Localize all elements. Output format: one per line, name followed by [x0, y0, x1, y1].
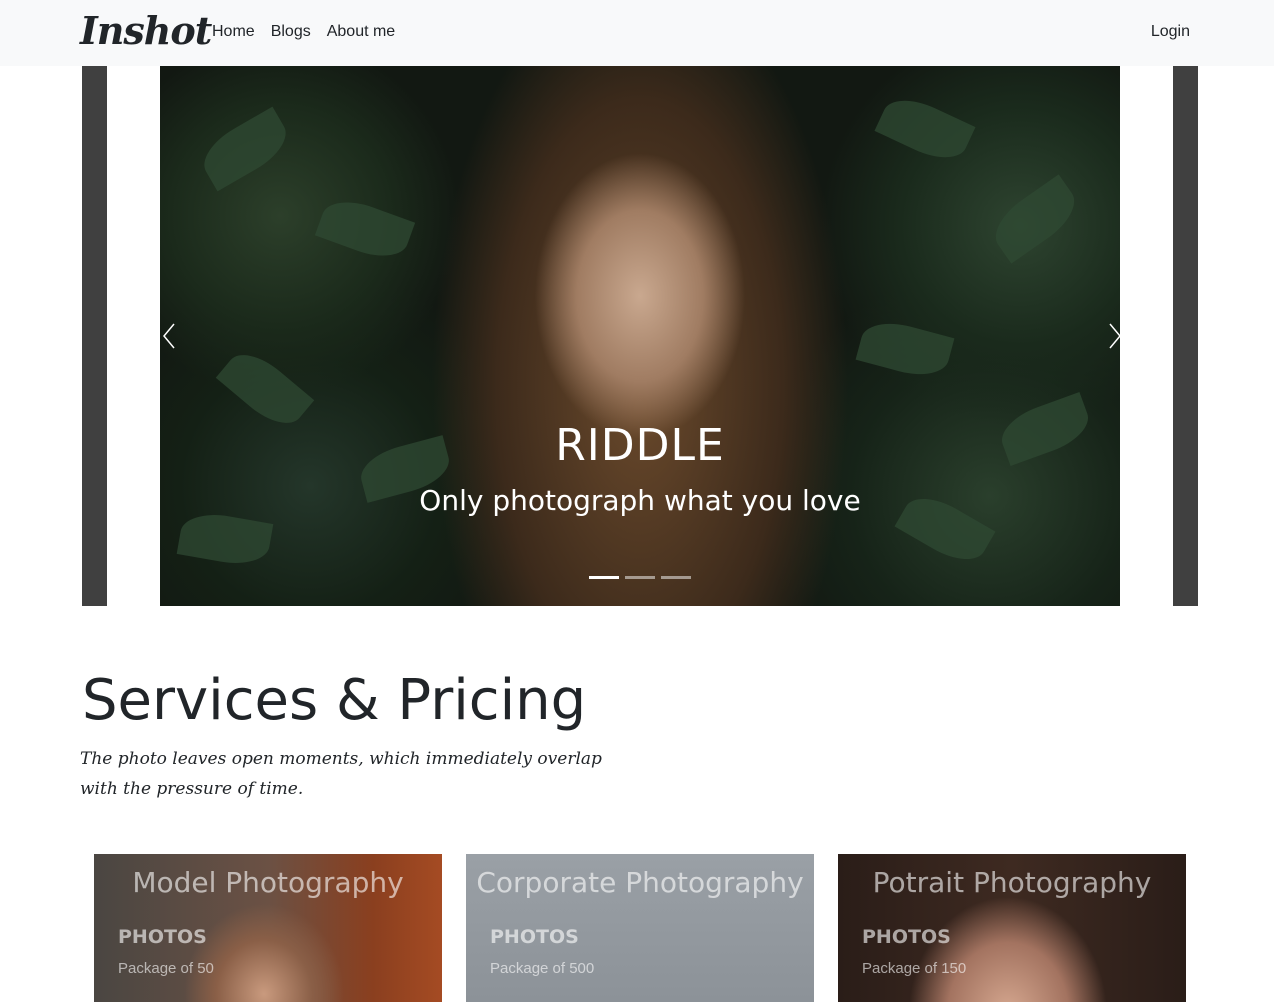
- leaf-shape: [855, 315, 955, 383]
- leaf-shape: [194, 106, 296, 192]
- service-card-portrait[interactable]: Potrait Photography PHOTOS Package of 15…: [838, 854, 1186, 1002]
- brand-logo[interactable]: Inshot: [80, 8, 212, 53]
- card-package: Package of 500: [490, 960, 595, 977]
- carousel-side-bar-right: [1173, 66, 1198, 606]
- leaf-shape: [176, 508, 274, 570]
- carousel-indicator-3[interactable]: [661, 576, 691, 579]
- card-title: Model Photography: [132, 866, 404, 899]
- card-package: Package of 150: [862, 960, 967, 977]
- service-card-corporate[interactable]: Corporate Photography PHOTOS Package of …: [466, 854, 814, 1002]
- chevron-left-icon[interactable]: [160, 320, 180, 352]
- nav-link-about-me[interactable]: About me: [327, 23, 395, 41]
- service-card-model[interactable]: Model Photography PHOTOS Package of 50: [94, 854, 442, 1002]
- carousel-caption-title: RIDDLE: [555, 420, 725, 471]
- carousel-indicator-1[interactable]: [589, 576, 619, 579]
- chevron-right-icon[interactable]: [1104, 320, 1124, 352]
- navbar: Inshot Home Blogs About me Login: [0, 0, 1274, 66]
- carousel-indicators: [589, 576, 691, 579]
- card-photos-label: PHOTOS: [118, 926, 207, 948]
- services-subtitle: The photo leaves open moments, which imm…: [80, 749, 602, 799]
- leaf-shape: [874, 89, 976, 169]
- card-package: Package of 50: [118, 960, 214, 977]
- leaf-shape: [984, 174, 1086, 264]
- nav-link-blogs[interactable]: Blogs: [271, 23, 311, 41]
- login-link[interactable]: Login: [1151, 23, 1190, 41]
- card-photos-label: PHOTOS: [862, 926, 951, 948]
- card-photos-label: PHOTOS: [490, 926, 579, 948]
- carousel-indicator-2[interactable]: [625, 576, 655, 579]
- carousel-side-bar-left: [82, 66, 107, 606]
- card-title: Corporate Photography: [476, 866, 804, 899]
- carousel-slide-image: [160, 66, 1120, 606]
- services-title: Services & Pricing: [82, 668, 587, 733]
- nav-links: Home Blogs About me: [212, 23, 395, 41]
- leaf-shape: [314, 191, 416, 267]
- nav-link-home[interactable]: Home: [212, 23, 255, 41]
- card-title: Potrait Photography: [872, 866, 1152, 899]
- carousel-caption-subtitle: Only photograph what you love: [419, 484, 861, 517]
